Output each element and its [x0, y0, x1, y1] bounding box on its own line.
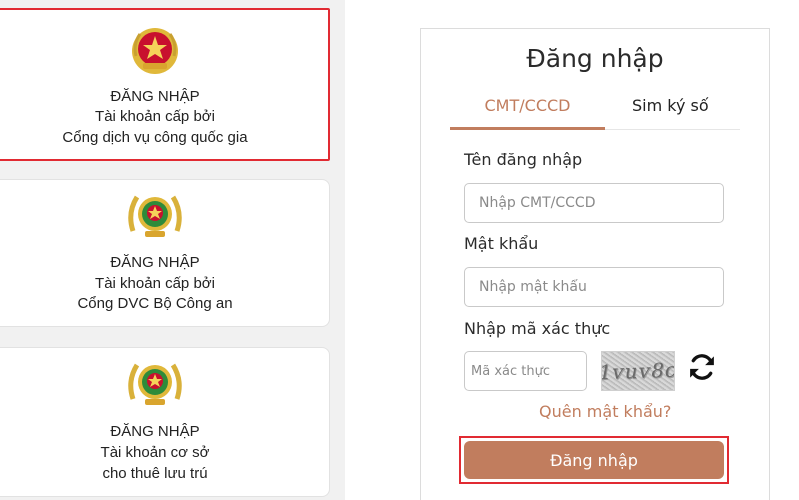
form-title: Đăng nhập	[526, 44, 664, 73]
login-option-lodging[interactable]: ĐĂNG NHẬP Tài khoản cơ sở cho thuê lưu t…	[0, 347, 330, 497]
captcha-image: 1vuv8c	[601, 351, 675, 391]
login-option-national-portal[interactable]: ĐĂNG NHẬP Tài khoản cấp bởi Cổng dịch vụ…	[0, 8, 330, 161]
username-input[interactable]	[464, 183, 724, 223]
login-option-police-portal[interactable]: ĐĂNG NHẬP Tài khoản cấp bởi Cổng DVC Bộ …	[0, 179, 330, 327]
option-subtitle: Tài khoản cơ sở	[100, 444, 210, 461]
police-emblem-icon	[128, 363, 182, 405]
password-label: Mật khẩu	[464, 234, 539, 253]
option-title: ĐĂNG NHẬP	[110, 423, 200, 440]
national-emblem-icon	[132, 28, 178, 74]
option-subtitle: Tài khoản cấp bởi	[95, 275, 215, 292]
option-provider: cho thuê lưu trú	[102, 465, 208, 482]
option-provider: Cổng dịch vụ công quốc gia	[62, 129, 248, 146]
active-tab-indicator	[450, 127, 605, 130]
password-input[interactable]	[464, 267, 724, 307]
refresh-icon[interactable]	[687, 352, 717, 382]
username-label: Tên đăng nhập	[464, 150, 583, 169]
login-submit-button[interactable]: Đăng nhập	[464, 441, 724, 479]
option-title: ĐĂNG NHẬP	[110, 88, 200, 105]
option-title: ĐĂNG NHẬP	[110, 254, 200, 271]
tab-sim-ky-so[interactable]: Sim ký số	[632, 96, 709, 115]
captcha-code: 1vuv8c	[601, 357, 675, 385]
forgot-password-link[interactable]: Quên mật khẩu?	[539, 402, 671, 421]
tab-cmt-cccd[interactable]: CMT/CCCD	[450, 96, 605, 115]
option-provider: Cổng DVC Bộ Công an	[77, 295, 233, 312]
option-subtitle: Tài khoản cấp bởi	[95, 108, 215, 125]
captcha-label: Nhập mã xác thực	[464, 319, 611, 338]
captcha-input[interactable]	[464, 351, 587, 391]
police-emblem-icon	[128, 195, 182, 237]
